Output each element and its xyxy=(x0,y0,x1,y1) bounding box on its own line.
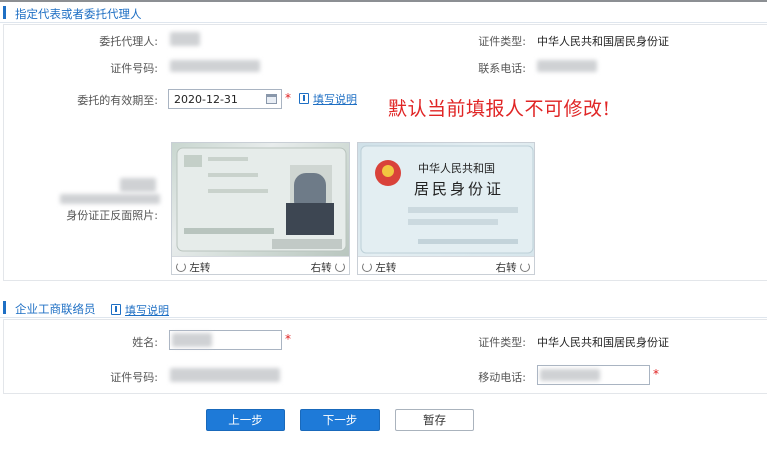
id-type-label: 证件类型: xyxy=(478,35,526,48)
annotation-not-editable: 默认当前填报人不可修改! xyxy=(388,98,611,120)
rotate-right-icon xyxy=(520,262,530,272)
id-card-back-image: 中华人民共和国 居民身份证 xyxy=(358,143,534,256)
id-number-redacted xyxy=(170,60,260,72)
photo-hint-redacted-2 xyxy=(120,178,156,192)
id-type-label: 证件类型: xyxy=(478,336,526,349)
phone-redacted xyxy=(537,60,597,72)
rotate-right-label: 右转 xyxy=(495,262,517,274)
save-draft-button[interactable]: 暂存 xyxy=(395,409,474,431)
back-rotate-right[interactable]: 右转 xyxy=(496,260,530,275)
top-border xyxy=(0,0,767,2)
help-link-label: 填写说明 xyxy=(313,93,357,106)
mobile-label: 移动电话: xyxy=(478,371,526,384)
prev-step-button[interactable]: 上一步 xyxy=(206,409,285,431)
back-rotate-bar: 左转 右转 xyxy=(358,256,534,274)
next-step-button[interactable]: 下一步 xyxy=(300,409,380,431)
back-rotate-left[interactable]: 左转 xyxy=(362,260,396,275)
rotate-left-icon xyxy=(176,262,186,272)
validity-label: 委托的有效期至: xyxy=(77,94,158,107)
section-title: 指定代表或者委托代理人 xyxy=(15,7,142,21)
help-link-section2[interactable]: 填写说明 xyxy=(111,302,169,318)
section-header-agent: 指定代表或者委托代理人 xyxy=(0,3,767,23)
phone-label: 联系电话: xyxy=(478,62,526,75)
required-mark: * xyxy=(285,91,291,105)
section-marker xyxy=(3,6,6,19)
mobile-redacted xyxy=(540,369,600,381)
id-card-back: 中华人民共和国 居民身份证 左转 右转 xyxy=(357,142,535,275)
front-rotate-right[interactable]: 右转 xyxy=(311,260,345,275)
id-type-value: 中华人民共和国居民身份证 xyxy=(537,35,669,48)
rotate-left-label: 左转 xyxy=(189,262,211,274)
id-card-front-image xyxy=(172,143,349,256)
book-icon xyxy=(111,304,121,315)
help-link-label: 填写说明 xyxy=(125,304,169,317)
id-card-front-drawing xyxy=(176,147,347,252)
rotate-left-label: 左转 xyxy=(375,262,397,274)
front-rotate-left[interactable]: 左转 xyxy=(176,260,210,275)
rotate-right-label: 右转 xyxy=(310,262,332,274)
agent-value-redacted xyxy=(170,32,200,46)
id-number-label: 证件号码: xyxy=(110,62,158,75)
name-label: 姓名: xyxy=(132,336,158,349)
id-number-redacted xyxy=(170,368,280,382)
rotate-right-icon xyxy=(335,262,345,272)
agent-label: 委托代理人: xyxy=(99,35,158,48)
help-link-section1[interactable]: 填写说明 xyxy=(299,91,357,107)
card-back-title: 中华人民共和国 xyxy=(418,162,495,175)
section-marker xyxy=(3,301,6,314)
rotate-left-icon xyxy=(362,262,372,272)
calendar-icon[interactable] xyxy=(266,94,277,104)
name-redacted xyxy=(172,333,212,347)
photo-hint-redacted xyxy=(60,194,160,204)
required-mark: * xyxy=(653,367,659,381)
card-back-subtitle: 居民身份证 xyxy=(414,180,505,198)
validity-date-value: 2020-12-31 xyxy=(174,93,238,106)
required-mark: * xyxy=(285,332,291,346)
book-icon xyxy=(299,93,309,104)
id-card-front: 左转 右转 xyxy=(171,142,350,275)
id-type-value: 中华人民共和国居民身份证 xyxy=(537,336,669,349)
id-number-label: 证件号码: xyxy=(110,371,158,384)
front-rotate-bar: 左转 右转 xyxy=(172,256,349,274)
validity-date-input[interactable]: 2020-12-31 xyxy=(168,89,282,109)
section-title: 企业工商联络员 xyxy=(15,302,96,316)
id-photo-label: 身份证正反面照片: xyxy=(66,209,158,222)
